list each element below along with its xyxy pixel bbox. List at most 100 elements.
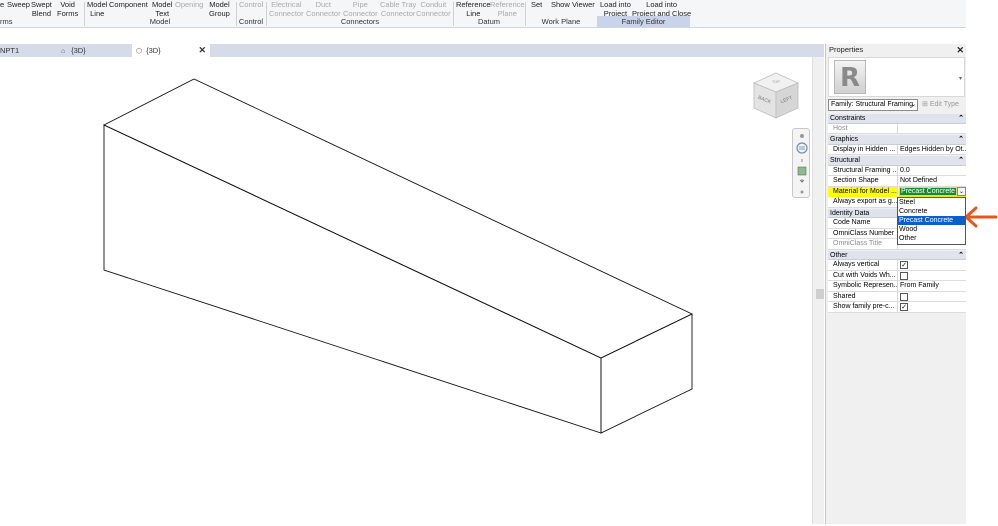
property-key: Always vertical [828,260,898,270]
family-selector[interactable]: Family: Structural Framing ⌄ [828,99,918,111]
property-value[interactable]: From Family [899,281,967,291]
property-key: Structural Framing ... [828,165,898,176]
chevron-down-icon[interactable] [799,179,805,183]
property-key: Section Shape [828,176,898,186]
ribbon-button-label: Blend [31,9,52,18]
beam-end-face [600,313,693,434]
ribbon-button-label: Pipe [352,0,368,9]
beam-wireframe [102,78,694,434]
material-dropdown[interactable]: Precast Concrete ⌄ [899,186,967,197]
checkbox-show-family-pre-cut[interactable]: ✓ [900,303,908,311]
property-row-material-for-model[interactable]: Material for Model ... Precast Concrete … [828,186,967,197]
ribbon-button-label: Electrical [271,0,302,9]
properties-title: Properties [829,45,864,54]
property-key: Host [828,123,898,134]
checkbox-always-vertical[interactable]: ✓ [900,261,908,269]
navigation-bar [792,128,810,198]
option-concrete[interactable]: Concrete [898,207,965,216]
checkbox-cut-with-voids[interactable] [900,271,908,280]
option-precast-concrete[interactable]: Precast Concrete [898,216,965,225]
tab-3d-house[interactable]: ⌂ {3D} [57,44,131,57]
3d-viewport[interactable] [0,57,812,524]
option-wood[interactable]: Wood [898,225,965,234]
property-row-section-shape[interactable]: Section Shape Not Defined [828,176,967,187]
ribbon-button-set[interactable]: Set [531,0,542,9]
scroll-thumb[interactable] [816,289,824,299]
beam-side-face [103,124,602,434]
ribbon-button-void-forms[interactable]: Void Forms [57,0,78,18]
property-row-cut-with-voids[interactable]: Cut with Voids Wh... [828,270,967,281]
ribbon-button-label: Forms [57,9,79,18]
annotation-arrow-icon [962,205,998,229]
material-value: Precast Concrete [900,187,957,195]
ribbon-button-label: e [0,0,5,9]
ribbon-button-label: Model [209,0,230,9]
option-other[interactable]: Other [898,234,965,243]
group-header-constraints[interactable]: Constraints ⌃ [828,113,967,124]
zoom-region-icon[interactable] [797,166,807,176]
type-selector-preview[interactable]: R ▾ [828,57,965,97]
ribbon-button-sweep[interactable]: Sweep [7,0,30,9]
property-row-display-in-hidden[interactable]: Display in Hidden ... Edges Hidden by Ot… [828,144,967,155]
ribbon-button-label: Reference [490,0,525,9]
edit-type-button[interactable]: ⊞ Edit Type [922,100,959,108]
group-header-other[interactable]: Other ⌃ [828,249,967,260]
properties-palette: Properties ✕ R ▾ Family: Structural Fram… [825,44,967,524]
property-row-always-vertical[interactable]: Always vertical ✓ [828,260,967,271]
property-row-show-family-pre-cut[interactable]: Show family pre-c... ✓ [828,302,967,313]
group-header-structural[interactable]: Structural ⌃ [828,155,967,166]
close-icon[interactable]: ✕ [956,44,964,56]
tab-label: NPT1 [0,46,20,55]
ribbon-button-label: Set [531,0,543,9]
ribbon: e Sweep Swept Blend Void Forms Model Line C… [0,0,966,28]
ribbon-button-control[interactable]: Control [239,0,263,9]
viewcube[interactable]: TOP BACK LEFT [750,70,802,122]
ribbon-button-label: Component [109,0,148,9]
property-value[interactable]: 0.0 [899,166,967,176]
group-name: Structural [830,157,860,164]
property-value[interactable]: Not Defined [899,176,967,186]
panel-label-model: Model [149,17,171,26]
property-value[interactable]: Edges Hidden by Ot... [899,145,967,155]
ribbon-button-swept-blend[interactable]: Swept Blend [31,0,52,18]
ribbon-button-label: Load into [600,0,631,9]
property-row-shared[interactable]: Shared [828,291,967,302]
close-icon[interactable]: ✕ [198,44,206,57]
group-name: Other [830,251,848,259]
revit-logo: R [834,60,866,94]
nav-dot-icon [800,190,804,194]
blank-margin [966,44,998,524]
edit-type-icon: ⊞ [922,101,928,108]
ribbon-button-viewer[interactable]: Viewer [572,0,595,9]
property-value [899,124,967,134]
property-key: Display in Hidden ... [828,144,898,155]
checkbox-shared[interactable] [900,292,908,301]
steering-wheel-center [799,146,805,150]
option-steel[interactable]: Steel [898,198,965,207]
tab-npt1[interactable]: NPT1 [0,44,55,57]
panel-label-family-editor: Family Editor [597,16,690,27]
ribbon-button-cut[interactable]: e [0,0,4,9]
viewcube-top-label: TOP [772,79,780,84]
panel-label-connectors: Connectors [340,17,380,26]
view-tab-bar: NPT1 ⌂ {3D} ⬡ {3D} ✕ [0,44,824,57]
ribbon-button-opening[interactable]: Opening [175,0,203,9]
chevron-down-icon[interactable]: ⌄ [957,186,966,196]
property-key: OmniClass Number [828,228,898,239]
group-header-graphics[interactable]: Graphics ⌃ [828,134,967,145]
properties-title-bar[interactable]: Properties ✕ [826,44,967,56]
ribbon-button-label: Sweep [7,0,30,9]
ribbon-button-label: Control [239,0,264,9]
ribbon-button-label: Model [152,0,173,9]
ribbon-button-show[interactable]: Show [551,0,570,9]
group-name: Graphics [830,136,859,143]
ribbon-button-component[interactable]: Component [109,0,148,9]
chevron-down-icon[interactable]: ▾ [959,75,962,82]
property-row-symbolic-representation[interactable]: Symbolic Represen... From Family [828,281,967,292]
tab-3d-active[interactable]: ⬡ {3D} ✕ [132,44,210,57]
property-row-structural-framing[interactable]: Structural Framing ... 0.0 [828,165,967,176]
property-row-host: Host [828,123,967,134]
chevron-down-icon: ⌄ [910,102,916,108]
ribbon-button-label: Void [60,0,75,9]
property-key: Show family pre-c... [828,302,898,312]
